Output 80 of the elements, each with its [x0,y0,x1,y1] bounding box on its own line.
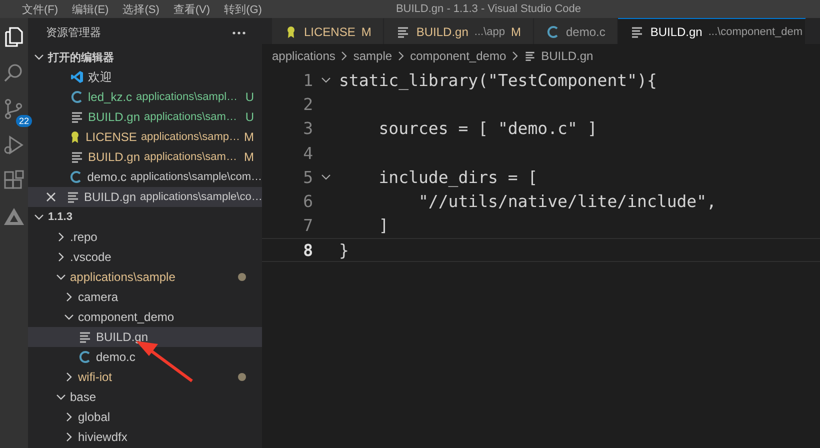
open-editor-item[interactable]: demo.c applications\sample\com… [28,167,262,187]
extensions-icon [3,170,25,192]
editor-tab[interactable]: BUILD.gn ...\app M [384,18,534,44]
modified-dot [238,373,246,381]
editor-tab[interactable]: demo.c [534,18,618,44]
code-line: ] [378,216,389,236]
menu-item[interactable]: 选择(S) [122,2,160,16]
lines-file-icon [66,190,80,204]
folder-item[interactable]: wifi-iot [28,367,262,387]
menu-item[interactable]: 编辑(E) [72,2,109,16]
line-number: 6 [302,192,313,212]
git-status: M [244,130,255,144]
section-header[interactable]: 打开的编辑器 [28,47,262,67]
lines-file-icon [78,330,92,344]
breadcrumb-item[interactable]: sample [353,49,392,63]
breadcrumb-item[interactable]: BUILD.gn [541,49,594,63]
line-number: 3 [302,119,313,138]
menu-item[interactable]: 转到(G) [224,2,262,16]
folder-item[interactable]: base [28,387,262,407]
git-status: M [244,150,255,164]
folder-item[interactable]: .vscode [28,247,262,267]
line-number: 7 [302,216,313,236]
line-number: 5 [302,168,313,187]
lines-file-icon [630,24,644,38]
modified-dot [238,273,246,281]
line-number: 4 [302,144,313,163]
lines-file-icon [396,24,410,38]
play-bug-icon [3,134,25,156]
open-editor-item[interactable]: led_kz.c applications\sampl… U [28,87,262,107]
lines-file-icon [70,150,84,164]
ribbon-logo-icon [70,70,84,84]
activity-button[interactable] [3,26,25,48]
c-file-icon [78,350,92,364]
explorer-title: 资源管理器 [46,26,101,40]
close-icon[interactable] [46,192,56,202]
file-item[interactable]: demo.c [28,347,262,367]
folder-item[interactable]: camera [28,287,262,307]
lines-file-icon [524,50,536,62]
search-icon [3,62,25,84]
c-file-icon [546,24,560,38]
code-line: include_dirs = [ [378,168,538,187]
open-editor-item[interactable]: BUILD.gn applications\sample\co… [28,187,262,207]
folder-item[interactable]: hiviewdfx [28,427,262,447]
open-editor-item[interactable]: BUILD.gn applications\sam… M [28,147,262,167]
window-title: BUILD.gn - 1.1.3 - Visual Studio Code [396,3,582,15]
fold-chevron-icon[interactable] [321,75,331,86]
code-line: static_library("TestComponent"){ [339,70,657,90]
code-line: } [339,240,349,260]
folder-item[interactable]: global [28,407,262,427]
files-icon [3,26,25,48]
open-editor-item[interactable]: LICENSE applications\samp… M [28,127,262,147]
code-line: sources = [ "demo.c" ] [378,119,598,138]
folder-item[interactable]: applications\sample [28,267,262,287]
git-status: U [245,110,255,124]
breadcrumb-item[interactable]: applications [272,49,336,63]
line-number: 1 [302,70,313,90]
fold-chevron-icon[interactable] [321,172,331,182]
chevron-icon [340,51,348,61]
editor-tab[interactable]: BUILD.gn ...\component_dem [618,18,806,44]
folder-item[interactable]: component_demo [28,307,262,327]
more-icon[interactable] [232,30,246,34]
chevron-icon [397,51,406,61]
chevron-icon [511,51,520,61]
file-item[interactable]: BUILD.gn [28,327,262,347]
folder-item[interactable]: .repo [28,227,262,247]
breadcrumb-item[interactable]: component_demo [410,49,506,63]
lines-file-icon [70,110,84,124]
count-badge: 22 [16,115,32,127]
c-file-icon [70,90,84,104]
open-editor-item[interactable]: 欢迎 [28,67,262,87]
c-file-icon [69,170,84,184]
git-status: U [245,90,255,104]
editor-tab[interactable]: LICENSE M [272,18,384,44]
line-number: 2 [302,94,313,114]
menu-item[interactable]: 文件(F) [22,2,58,16]
line-number: 8 [302,240,313,260]
menu-item[interactable]: 查看(V) [173,2,210,16]
section-header[interactable]: 1.1.3 [28,207,262,227]
code-line: "//utils/native/lite/include", [417,192,716,212]
triangle-icon [3,206,25,228]
